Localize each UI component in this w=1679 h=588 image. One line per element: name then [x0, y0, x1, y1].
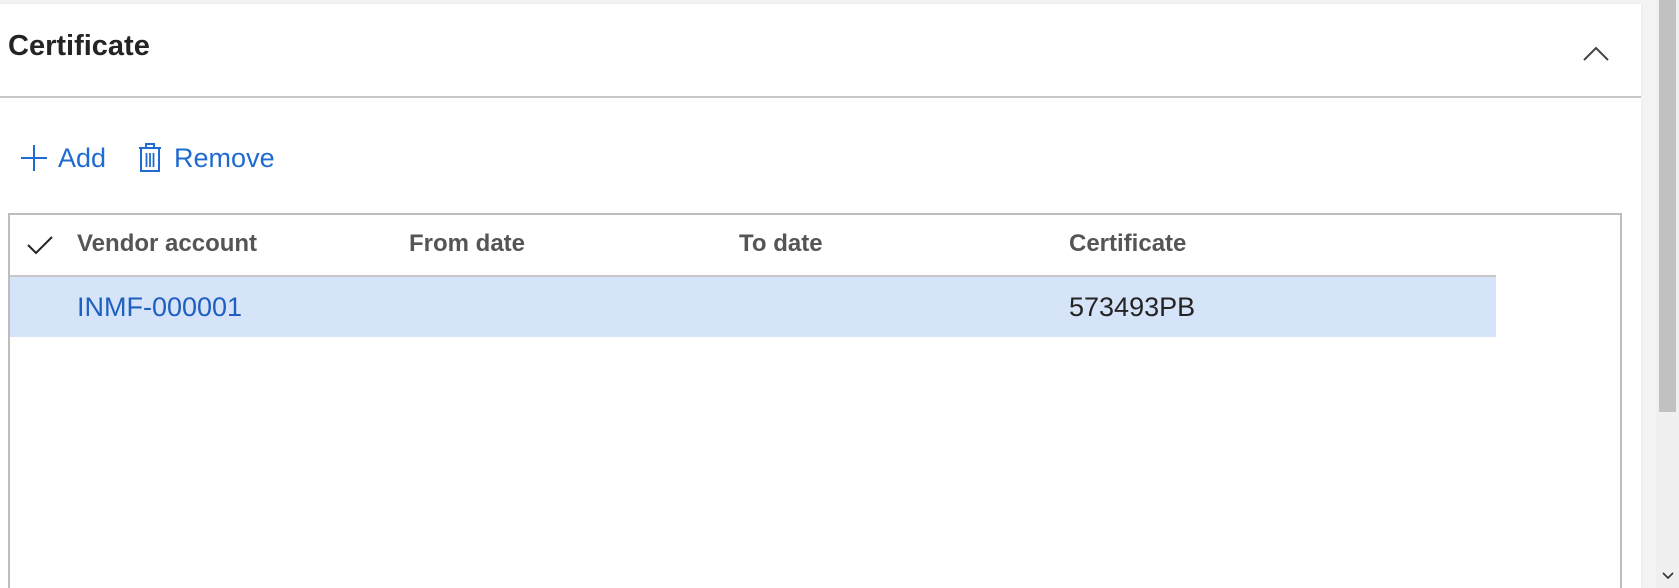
- column-header-from-date[interactable]: From date: [409, 232, 525, 256]
- collapse-button[interactable]: [1574, 34, 1618, 74]
- page: Certificate Add Remove Vendor account Fr…: [0, 0, 1679, 588]
- vertical-scrollbar[interactable]: [1656, 0, 1679, 588]
- section-title: Certificate: [8, 30, 150, 62]
- column-header-vendor-account[interactable]: Vendor account: [77, 232, 257, 256]
- table-row[interactable]: INMF-000001 573493PB: [10, 277, 1496, 337]
- section-header[interactable]: Certificate: [0, 4, 1641, 98]
- chevron-up-icon: [1583, 46, 1609, 61]
- select-all-checkbox[interactable]: [24, 229, 56, 261]
- column-header-to-date[interactable]: To date: [739, 232, 823, 256]
- grid-header-row: Vendor account From date To date Certifi…: [10, 215, 1496, 277]
- certificate-grid: Vendor account From date To date Certifi…: [8, 213, 1622, 588]
- checkmark-icon: [27, 236, 53, 255]
- scroll-down-button[interactable]: [1658, 566, 1677, 586]
- trash-icon: [134, 142, 166, 174]
- vendor-account-link[interactable]: INMF-000001: [77, 294, 242, 321]
- remove-button[interactable]: Remove: [134, 136, 275, 180]
- certificate-section: Certificate Add Remove Vendor account Fr…: [0, 4, 1641, 588]
- remove-button-label: Remove: [174, 142, 275, 173]
- add-button-label: Add: [58, 142, 107, 173]
- certificate-cell[interactable]: 573493PB: [1069, 294, 1195, 321]
- column-header-certificate[interactable]: Certificate: [1069, 232, 1186, 256]
- add-button[interactable]: Add: [18, 136, 106, 180]
- chevron-down-icon: [1661, 572, 1674, 580]
- action-toolbar: Add Remove: [0, 134, 303, 182]
- scrollbar-thumb[interactable]: [1659, 0, 1676, 412]
- plus-icon: [18, 142, 50, 174]
